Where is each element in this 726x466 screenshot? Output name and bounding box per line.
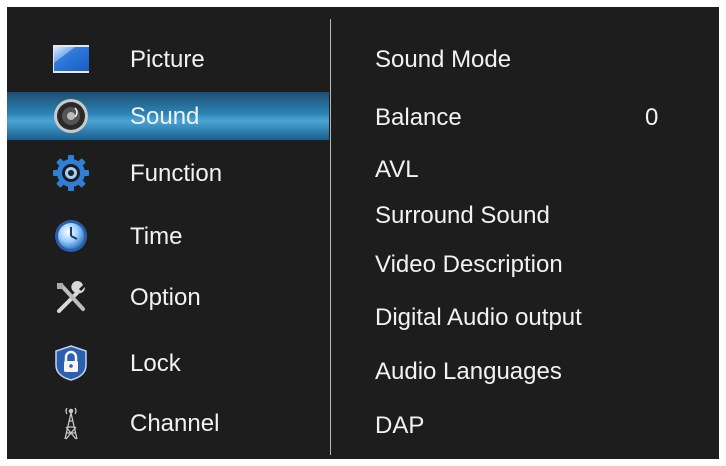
option-video-description[interactable]: Video Description	[375, 251, 563, 279]
menu-item-channel[interactable]: Channel	[7, 399, 329, 447]
sound-icon	[54, 99, 88, 133]
menu-item-function[interactable]: Function	[7, 149, 329, 197]
menu-item-sound[interactable]: Sound	[7, 92, 329, 140]
option-dap[interactable]: DAP	[375, 412, 424, 440]
balance-value: 0	[645, 104, 659, 131]
option-balance[interactable]: Balance	[375, 104, 462, 132]
option-icon	[57, 281, 86, 313]
function-icon	[53, 155, 89, 191]
menu-label-lock: Lock	[130, 350, 181, 377]
menu-label-sound: Sound	[130, 103, 200, 130]
menu-item-option[interactable]: Option	[7, 273, 329, 321]
menu-label-function: Function	[130, 160, 223, 187]
menu-label-channel: Channel	[130, 410, 220, 437]
menu-divider	[330, 19, 331, 455]
lock-icon	[55, 345, 87, 381]
option-audio-languages[interactable]: Audio Languages	[375, 358, 562, 386]
menu-item-time[interactable]: Time	[7, 212, 329, 260]
tv-osd-menu: Picture Sound Function Time Option Lock …	[7, 7, 719, 459]
menu-label-option: Option	[130, 284, 201, 311]
menu-label-picture: Picture	[130, 46, 205, 73]
option-avl[interactable]: AVL	[375, 156, 419, 184]
option-digital-audio-output[interactable]: Digital Audio output	[375, 304, 582, 332]
option-sound-mode[interactable]: Sound Mode	[375, 46, 511, 74]
time-icon	[55, 220, 87, 252]
menu-label-time: Time	[130, 223, 183, 250]
channel-icon	[64, 407, 78, 440]
menu-item-lock[interactable]: Lock	[7, 339, 329, 387]
picture-icon	[53, 45, 89, 73]
menu-item-picture[interactable]: Picture	[7, 35, 329, 83]
option-surround-sound[interactable]: Surround Sound	[375, 202, 550, 230]
